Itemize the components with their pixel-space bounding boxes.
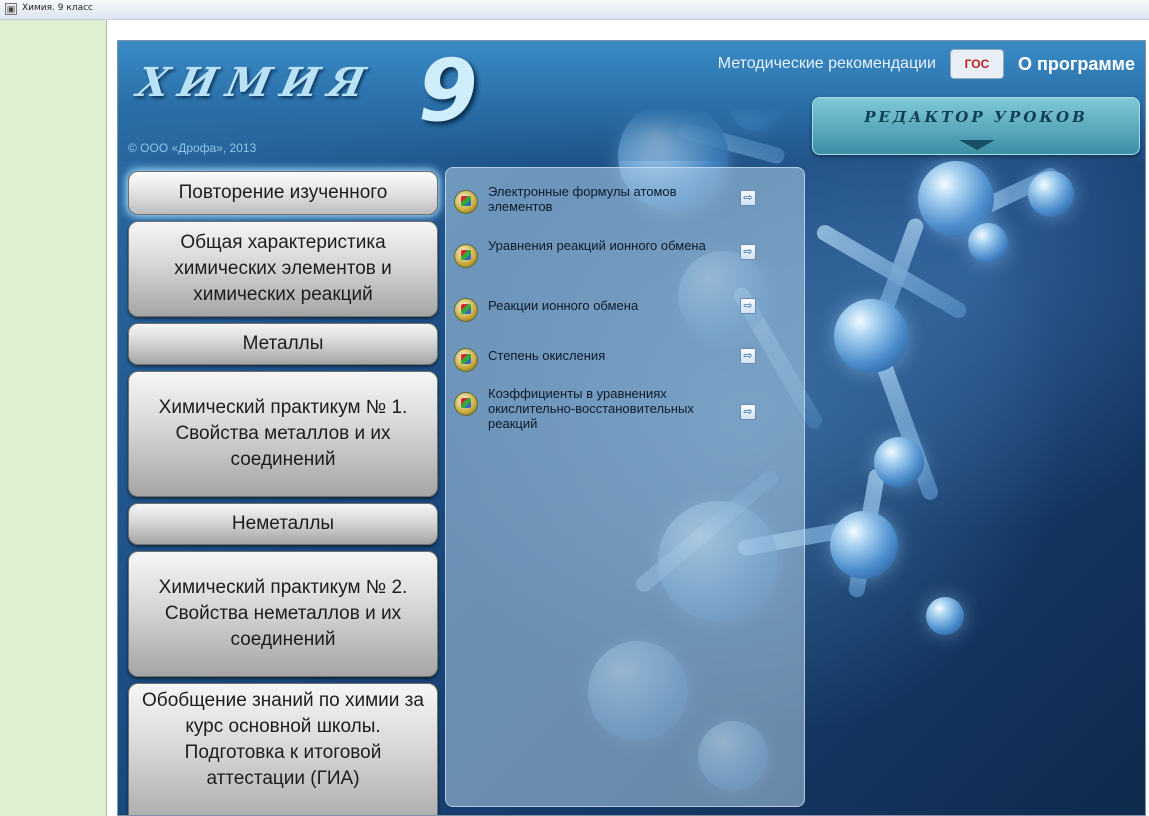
top-links: Методические рекомендации ГОС О программ… [718, 49, 1135, 79]
main-app-area: ХИМИЯ 9 © ООО «Дрофа», 2013 Методические… [117, 40, 1146, 816]
window-title: Химия. 9 класс [22, 3, 93, 13]
arrow-right-icon[interactable]: ⇨ [740, 348, 756, 364]
menu-item-generalization[interactable]: Обобщение знаний по химии за курс основн… [128, 683, 438, 815]
window-titlebar: ▣ Химия. 9 класс [0, 0, 1149, 20]
topics-panel: Электронные формулы атомов элементов ⇨ У… [445, 167, 805, 807]
menu-item-review[interactable]: Повторение изученного [128, 171, 438, 215]
topic-label: Реакции ионного обмена [488, 298, 639, 313]
interactive-module-icon [454, 244, 478, 268]
topic-label: Уравнения реакций ионного обмена [488, 238, 706, 253]
topic-label: Электронные формулы атомов элементов [488, 184, 677, 214]
about-program-link[interactable]: О программе [1018, 54, 1135, 75]
app-logo-number: 9 [418, 41, 478, 141]
menu-item-nonmetals[interactable]: Неметаллы [128, 503, 438, 545]
arrow-right-icon[interactable]: ⇨ [740, 244, 756, 260]
topic-item[interactable]: Уравнения реакций ионного обмена ⇨ [454, 238, 794, 284]
topic-item[interactable]: Электронные формулы атомов элементов ⇨ [454, 184, 794, 230]
topic-label: Степень окисления [488, 348, 606, 363]
lesson-editor-label: РЕДАКТОР УРОКОВ [864, 108, 1088, 126]
app-icon: ▣ [5, 3, 17, 15]
arrow-right-icon[interactable]: ⇨ [740, 190, 756, 206]
lesson-editor-button[interactable]: РЕДАКТОР УРОКОВ [812, 97, 1140, 155]
interactive-module-icon [454, 348, 478, 372]
interactive-module-icon [454, 298, 478, 322]
topic-item[interactable]: Реакции ионного обмена ⇨ [454, 292, 794, 338]
copyright-text: © ООО «Дрофа», 2013 [128, 141, 257, 155]
menu-item-metals[interactable]: Металлы [128, 323, 438, 365]
fgos-logo-icon: ГОС [949, 49, 1004, 79]
interactive-module-icon [454, 190, 478, 214]
arrow-right-icon[interactable]: ⇨ [740, 404, 756, 420]
chevron-down-icon [959, 140, 995, 150]
methodical-recommendations-link[interactable]: Методические рекомендации [718, 55, 936, 73]
interactive-module-icon [454, 392, 478, 416]
left-side-pane [0, 20, 107, 816]
topic-item[interactable]: Коэффициенты в уравнениях окислительно-в… [454, 386, 794, 446]
topic-label: Коэффициенты в уравнениях окислительно-в… [488, 386, 694, 431]
menu-item-practicum-2[interactable]: Химический практикум № 2. Свойства немет… [128, 551, 438, 677]
arrow-right-icon[interactable]: ⇨ [740, 298, 756, 314]
menu-item-general-characteristics[interactable]: Общая характеристика химических элементо… [128, 221, 438, 317]
topic-item[interactable]: Степень окисления ⇨ [454, 342, 794, 388]
menu-item-practicum-1[interactable]: Химический практикум № 1. Свойства метал… [128, 371, 438, 497]
app-logo: ХИМИЯ [133, 59, 380, 106]
